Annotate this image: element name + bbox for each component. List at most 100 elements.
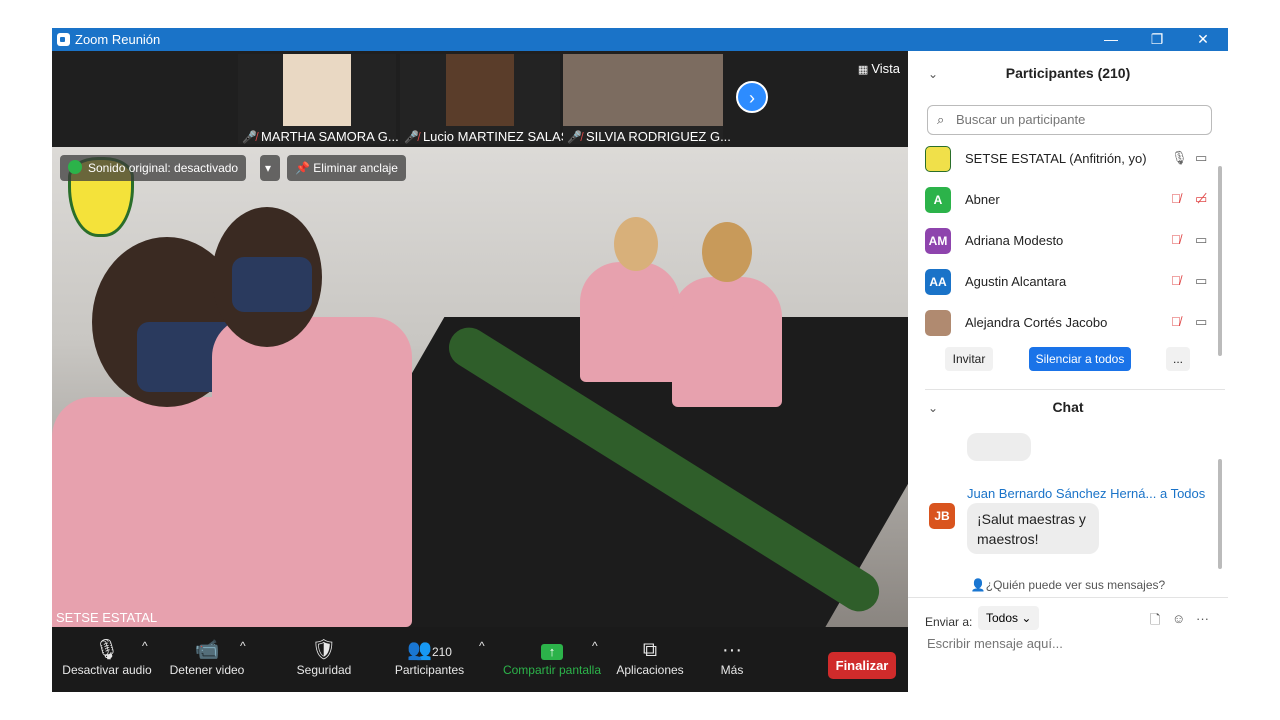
- mic-muted-icon: 🎤̸: [404, 130, 419, 144]
- participant-thumbnail[interactable]: 🎤̸ Lucio MARTINEZ SALAS: [400, 54, 569, 144]
- stop-video-label: Detener video: [169, 663, 245, 677]
- participant-video: [563, 54, 723, 126]
- zoom-app-icon: [57, 33, 70, 46]
- panel-divider: [925, 389, 1225, 390]
- apps-button[interactable]: ⧉ Aplicaciones: [614, 639, 686, 677]
- microphone-icon[interactable]: 🎙: [1171, 150, 1188, 166]
- video-camera-icon[interactable]: ▭: [1195, 273, 1207, 289]
- video-camera-icon[interactable]: ▭: [1195, 314, 1207, 330]
- participant-row[interactable]: AM Adriana Modesto 🎙̸ ▭: [925, 228, 1215, 256]
- participants-scrollbar[interactable]: [1218, 166, 1222, 356]
- participant-name: Alejandra Cortés Jacobo: [965, 315, 1108, 330]
- window-title: Zoom Reunión: [75, 32, 161, 47]
- chat-message: ¡Salut maestras y maestros!: [967, 503, 1099, 554]
- video-scene-mask: [232, 257, 312, 312]
- participant-row[interactable]: AA Agustin Alcantara 🎙̸ ▭: [925, 269, 1215, 297]
- side-panel: ⌄ Participantes (210) ⌕ SETSE ESTATAL (A…: [908, 51, 1228, 692]
- participant-row[interactable]: Alejandra Cortés Jacobo 🎙̸ ▭: [925, 310, 1215, 338]
- chat-scrollbar[interactable]: [1218, 459, 1222, 569]
- unpin-button[interactable]: 📌 Eliminar anclaje: [287, 155, 406, 181]
- participant-name: Abner: [965, 192, 1000, 207]
- stop-video-button[interactable]: 📹 Detener video: [167, 639, 247, 677]
- participant-search[interactable]: ⌕: [927, 105, 1212, 135]
- chevron-down-icon: ▾: [265, 161, 272, 175]
- video-camera-icon[interactable]: ▭: [1195, 150, 1207, 166]
- send-to-dropdown[interactable]: Todos ⌄: [978, 606, 1040, 630]
- invite-button[interactable]: Invitar: [945, 347, 993, 371]
- participant-name: SETSE ESTATAL (Anfitrión, yo): [965, 151, 1147, 166]
- panel-divider: [908, 597, 1228, 598]
- mic-muted-icon: 🎤̸: [242, 130, 257, 144]
- audio-options-caret[interactable]: ^: [142, 639, 148, 653]
- participant-row[interactable]: SETSE ESTATAL (Anfitrión, yo) 🎙 ▭: [925, 146, 1215, 174]
- video-stage: 🎤̸ MARTHA SAMORA G... 🎤̸ Lucio MARTINEZ SA…: [52, 51, 908, 692]
- restore-button[interactable]: ❐: [1134, 28, 1180, 51]
- file-icon[interactable]: 🗋: [1150, 611, 1160, 633]
- participant-thumbnail[interactable]: 🎤̸ SILVIA RODRIGUEZ G...: [563, 54, 731, 144]
- thumbnail-name-text: Lucio MARTINEZ SALAS: [422, 129, 570, 144]
- participant-row[interactable]: A Abner 🎙̸ ▭̸: [925, 187, 1215, 215]
- avatar: AA: [925, 269, 951, 295]
- mute-audio-button[interactable]: 🎙 Desactivar audio: [62, 639, 152, 677]
- chat-message-text: ¡Salut maestras y: [977, 511, 1086, 527]
- mic-muted-icon[interactable]: 🎙̸: [1171, 232, 1181, 247]
- participants-options-caret[interactable]: ^: [479, 639, 485, 653]
- avatar: A: [925, 187, 951, 213]
- participants-button[interactable]: 👥210 Participantes: [392, 639, 467, 677]
- who-can-see-link[interactable]: 👤¿Quién puede ver sus mensajes?: [908, 578, 1228, 592]
- chat-message-input[interactable]: [925, 635, 1219, 652]
- more-label: Más: [720, 663, 744, 677]
- chevron-down-icon: ⌄: [1021, 611, 1032, 625]
- mic-muted-icon[interactable]: 🎙̸: [1171, 273, 1181, 288]
- emoji-icon[interactable]: ☺: [1172, 611, 1185, 626]
- avatar: JB: [929, 503, 955, 529]
- mute-audio-label: Desactivar audio: [62, 663, 152, 677]
- send-to-label: Enviar a:: [925, 615, 973, 629]
- mute-all-button[interactable]: Silenciar a todos: [1029, 347, 1131, 371]
- chevron-right-icon: ›: [749, 88, 755, 108]
- original-sound-button[interactable]: Sonido original: desactivado: [60, 155, 247, 181]
- chat-sender-name[interactable]: Juan Bernardo Sánchez Herná...: [967, 486, 1156, 501]
- microphone-icon: 🎙: [94, 639, 120, 661]
- person-icon: 👤: [970, 578, 986, 592]
- chat-message-text: maestros!: [977, 531, 1039, 547]
- participant-video: [446, 54, 514, 126]
- participants-label: Participantes: [394, 663, 465, 677]
- share-options-caret[interactable]: ^: [592, 639, 598, 653]
- chat-recipient: a Todos: [1159, 486, 1206, 501]
- view-button[interactable]: ▦ Vista: [858, 61, 900, 76]
- video-scene-person: [672, 277, 782, 407]
- video-off-icon[interactable]: ▭̸: [1195, 191, 1207, 207]
- minimize-button[interactable]: —: [1088, 28, 1134, 51]
- shield-check-icon: [68, 160, 82, 174]
- more-button[interactable]: ··· Más: [712, 639, 752, 677]
- video-scene-person: [580, 262, 680, 382]
- share-screen-button[interactable]: ↑ Compartir pantalla: [500, 639, 604, 677]
- security-button[interactable]: 🛡 Seguridad: [294, 639, 354, 677]
- more-dots-icon[interactable]: ···: [1196, 611, 1209, 626]
- next-page-button[interactable]: ›: [736, 81, 768, 113]
- apps-icon: ⧉: [642, 639, 658, 661]
- send-to-value: Todos: [986, 611, 1019, 625]
- active-speaker-video: Sonido original: desactivado ▾ 📌 Elimina…: [52, 147, 908, 627]
- video-camera-icon[interactable]: ▭: [1195, 232, 1207, 248]
- zoom-window: Zoom Reunión — ❐ ✕ 🎤̸ MARTHA SAMORA G... …: [52, 28, 1228, 692]
- apps-label: Aplicaciones: [616, 663, 684, 677]
- grid-icon: ▦: [857, 64, 872, 76]
- end-meeting-button[interactable]: Finalizar: [828, 652, 896, 679]
- participant-thumbnail[interactable]: 🎤̸ MARTHA SAMORA G...: [238, 54, 399, 144]
- video-options-caret[interactable]: ^: [240, 639, 246, 653]
- avatar: [925, 146, 951, 172]
- thumbnail-name-text: SILVIA RODRIGUEZ G...: [585, 129, 731, 144]
- original-sound-dropdown[interactable]: ▾: [260, 155, 280, 181]
- more-options-button[interactable]: ...: [1166, 347, 1190, 371]
- pin-icon: 📌: [295, 161, 314, 175]
- shield-icon: 🛡: [311, 639, 337, 661]
- close-button[interactable]: ✕: [1180, 28, 1226, 51]
- participant-video: [283, 54, 351, 126]
- mic-muted-icon[interactable]: 🎙̸: [1171, 191, 1181, 206]
- mic-muted-icon[interactable]: 🎙̸: [1171, 314, 1181, 329]
- view-label: Vista: [871, 61, 900, 76]
- chat-message-previous: [967, 433, 1031, 461]
- participant-search-input[interactable]: [954, 111, 1198, 128]
